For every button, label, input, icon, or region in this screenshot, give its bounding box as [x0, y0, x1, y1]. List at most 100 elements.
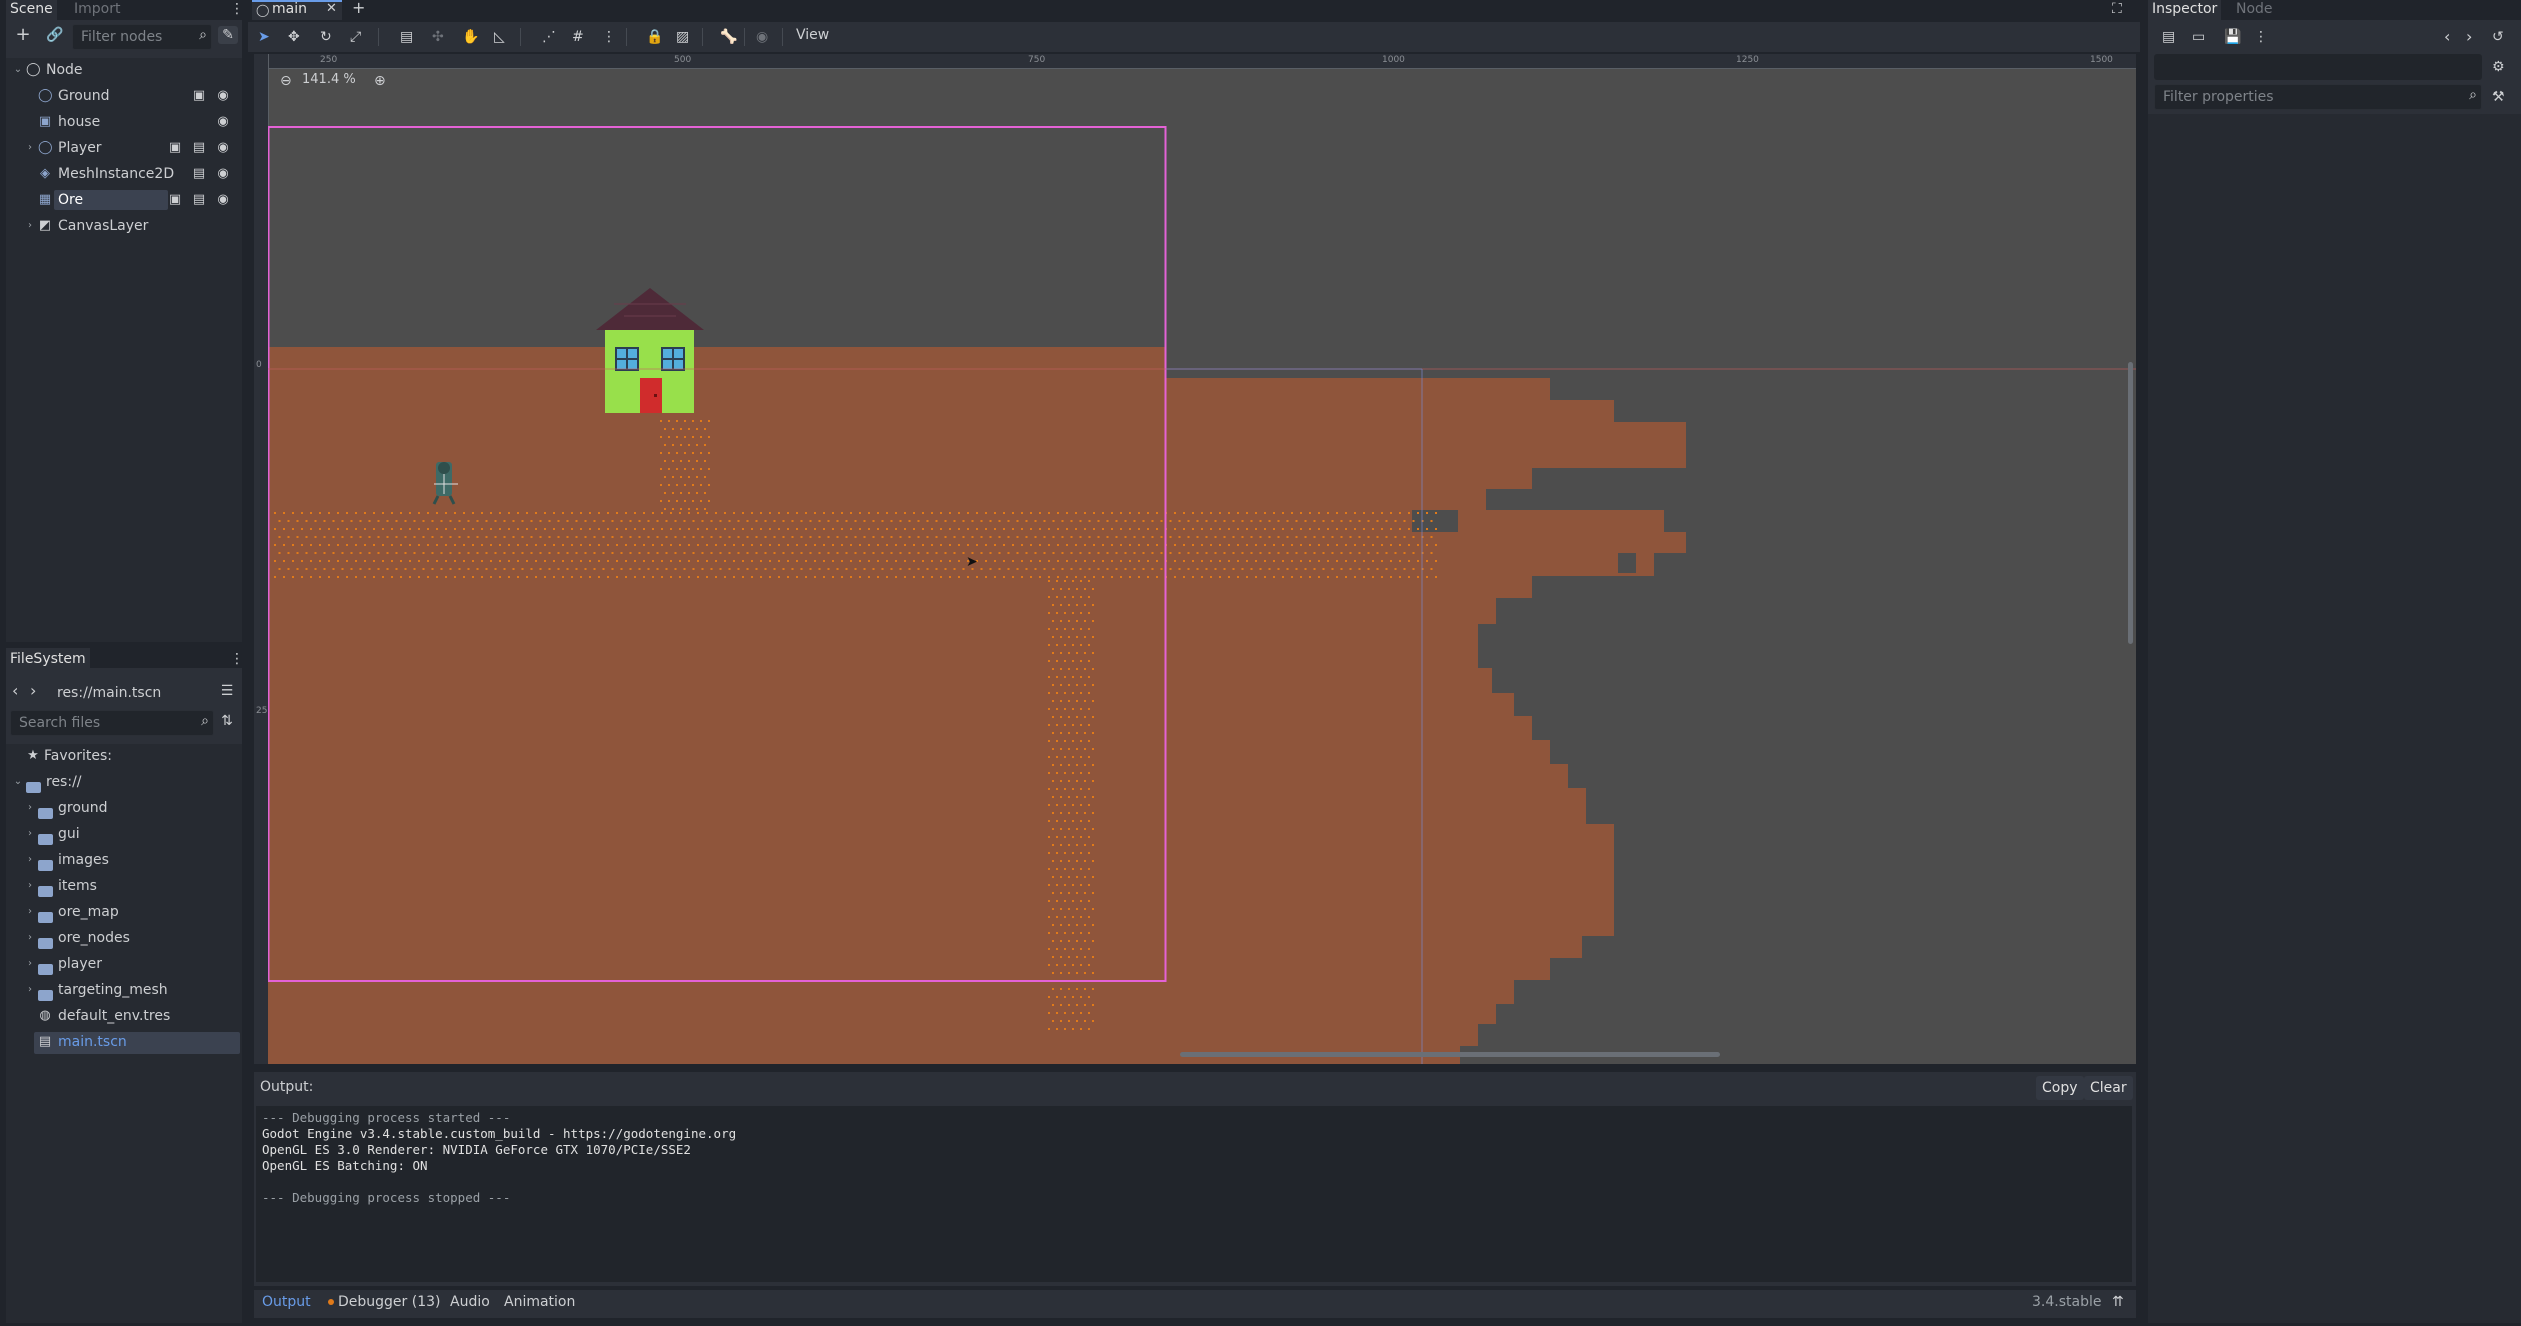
open-scene-icon[interactable]: ▣	[190, 84, 208, 108]
file-row[interactable]: ◍ default_env.tres	[6, 1004, 242, 1028]
script-icon[interactable]: ▤	[190, 136, 208, 160]
copy-button[interactable]: Copy	[2036, 1076, 2084, 1100]
visibility-eye-icon[interactable]: ◉	[214, 188, 232, 212]
tab-import[interactable]: Import	[70, 0, 124, 20]
tree-row-node[interactable]: ⌄ ◯ Node	[6, 58, 242, 82]
ruler-icon[interactable]: ◺	[494, 28, 505, 46]
scale-mode-icon[interactable]: ⤢	[350, 28, 361, 46]
add-node-icon[interactable]: +	[14, 26, 32, 44]
horizontal-scrollbar[interactable]	[1180, 1052, 1720, 1057]
viewport[interactable]: 250 500 750 1000 1250 1500 0 250 ⊖ 141.4…	[254, 54, 2136, 1064]
tab-inspector[interactable]: Inspector	[2148, 0, 2222, 20]
add-tab-icon[interactable]: +	[352, 0, 365, 17]
select-mode-icon[interactable]: ➤	[258, 28, 270, 46]
new-resource-icon[interactable]: ▤	[2162, 28, 2175, 46]
file-row[interactable]: ▤ main.tscn	[6, 1030, 242, 1054]
forward-arrow-icon[interactable]: ›	[30, 682, 36, 700]
tab-filesystem[interactable]: FileSystem	[6, 648, 90, 672]
expand-arrow-icon[interactable]: ›	[24, 926, 36, 950]
filter-nodes-input[interactable]: Filter nodes ⌕	[72, 24, 212, 50]
file-row[interactable]: › ore_map	[6, 900, 242, 924]
move-mode-icon[interactable]: ✥	[288, 28, 300, 46]
tab-scene[interactable]: Scene	[6, 0, 57, 20]
split-mode-icon[interactable]: ☰	[218, 682, 236, 700]
search-files-input[interactable]: Search files ⌕	[10, 710, 214, 736]
clear-button[interactable]: Clear	[2084, 1076, 2133, 1100]
filter-properties-input[interactable]: Filter properties ⌕	[2154, 84, 2482, 110]
collapse-arrow-icon[interactable]: ⌄	[12, 770, 24, 794]
file-row[interactable]: › ground	[6, 796, 242, 820]
tab-node[interactable]: Node	[2232, 0, 2277, 20]
pan-hand-icon[interactable]: ✋	[462, 28, 479, 46]
snap-options-icon[interactable]: ⋮	[602, 28, 616, 46]
expand-panel-icon[interactable]: ⇈	[2112, 1293, 2124, 1311]
grid-snap-icon[interactable]: #	[572, 28, 584, 46]
expand-arrow-icon[interactable]: ›	[24, 978, 36, 1002]
visibility-eye-icon[interactable]: ◉	[214, 162, 232, 186]
expand-arrow-icon[interactable]: ›	[24, 136, 36, 160]
view-menu[interactable]: View	[796, 27, 829, 43]
property-tools-icon[interactable]: ⚒	[2492, 88, 2505, 106]
expand-arrow-icon[interactable]: ›	[24, 900, 36, 924]
camera-override-icon[interactable]: ◉	[756, 28, 768, 46]
tab-animation[interactable]: Animation	[504, 1290, 575, 1314]
expand-arrow-icon[interactable]: ›	[24, 848, 36, 872]
group-icon[interactable]: ▨	[676, 28, 689, 46]
file-row[interactable]: › items	[6, 874, 242, 898]
file-row[interactable]: › images	[6, 848, 242, 872]
tree-row-meshinstance2d[interactable]: ◈ MeshInstance2D ▤ ◉	[6, 162, 242, 186]
list-select-icon[interactable]: ▤	[400, 28, 413, 46]
save-resource-icon[interactable]: 💾	[2224, 28, 2241, 46]
tree-row-canvaslayer[interactable]: › ◩ CanvasLayer	[6, 214, 242, 238]
rotate-mode-icon[interactable]: ↻	[320, 28, 332, 46]
expand-arrow-icon[interactable]: ›	[24, 214, 36, 238]
file-row[interactable]: › targeting_mesh	[6, 978, 242, 1002]
dock-menu-icon[interactable]: ⋮	[230, 650, 244, 668]
skeleton-icon[interactable]: 🦴	[720, 28, 737, 46]
sort-icon[interactable]: ⇅	[218, 712, 236, 730]
vertical-scrollbar[interactable]	[2128, 362, 2133, 644]
file-row[interactable]: › player	[6, 952, 242, 976]
expand-arrow-icon[interactable]: ›	[24, 952, 36, 976]
dock-menu-icon[interactable]: ⋮	[230, 0, 244, 18]
expand-arrow-icon[interactable]: ›	[24, 874, 36, 898]
resource-menu-icon[interactable]: ⋮	[2254, 28, 2268, 46]
tab-debugger[interactable]: Debugger (13)	[338, 1290, 440, 1314]
history-forward-icon[interactable]: ›	[2466, 28, 2472, 46]
res-root-row[interactable]: ⌄ res://	[6, 770, 242, 794]
favorites-row[interactable]: ★ Favorites:	[6, 744, 242, 768]
back-arrow-icon[interactable]: ‹	[12, 682, 18, 700]
object-path-field[interactable]	[2154, 54, 2482, 80]
tab-output[interactable]: Output	[262, 1290, 311, 1314]
script-icon[interactable]: ▤	[190, 162, 208, 186]
tree-row-player[interactable]: › ◯ Player ▣ ▤ ◉	[6, 136, 242, 160]
attach-script-icon[interactable]: ✎	[218, 26, 238, 44]
history-back-icon[interactable]: ‹	[2444, 28, 2450, 46]
tree-row-ore[interactable]: ▦ Ore ▣ ▤ ◉	[6, 188, 242, 212]
load-resource-icon[interactable]: ▭	[2192, 28, 2205, 46]
open-scene-icon[interactable]: ▣	[166, 188, 184, 212]
smart-snap-icon[interactable]: ⋰	[542, 28, 556, 46]
close-icon[interactable]: ✕	[326, 0, 337, 18]
visibility-eye-icon[interactable]: ◉	[214, 84, 232, 108]
expand-arrow-icon[interactable]: ›	[24, 796, 36, 820]
tree-row-ground[interactable]: ◯ Ground ▣ ◉	[6, 84, 242, 108]
file-row[interactable]: › ore_nodes	[6, 926, 242, 950]
path-field[interactable]: res://main.tscn	[48, 680, 214, 706]
pivot-icon[interactable]: ✣	[432, 28, 444, 46]
script-icon[interactable]: ▤	[190, 188, 208, 212]
visibility-eye-icon[interactable]: ◉	[214, 110, 232, 134]
file-row[interactable]: › gui	[6, 822, 242, 846]
expand-arrow-icon[interactable]: ›	[24, 822, 36, 846]
instance-scene-icon[interactable]: 🔗	[46, 26, 64, 44]
collapse-arrow-icon[interactable]: ⌄	[12, 58, 24, 82]
history-icon[interactable]: ↺	[2492, 28, 2504, 46]
lock-icon[interactable]: 🔒	[646, 28, 663, 46]
scene-tab-main[interactable]: ◯ main ✕	[252, 0, 342, 20]
tab-audio[interactable]: Audio	[450, 1290, 490, 1314]
distraction-free-icon[interactable]: ⛶	[2112, 0, 2122, 18]
open-scene-icon[interactable]: ▣	[166, 136, 184, 160]
object-tools-icon[interactable]: ⚙	[2492, 58, 2505, 76]
tree-row-house[interactable]: ▣ house ◉	[6, 110, 242, 134]
visibility-eye-icon[interactable]: ◉	[214, 136, 232, 160]
